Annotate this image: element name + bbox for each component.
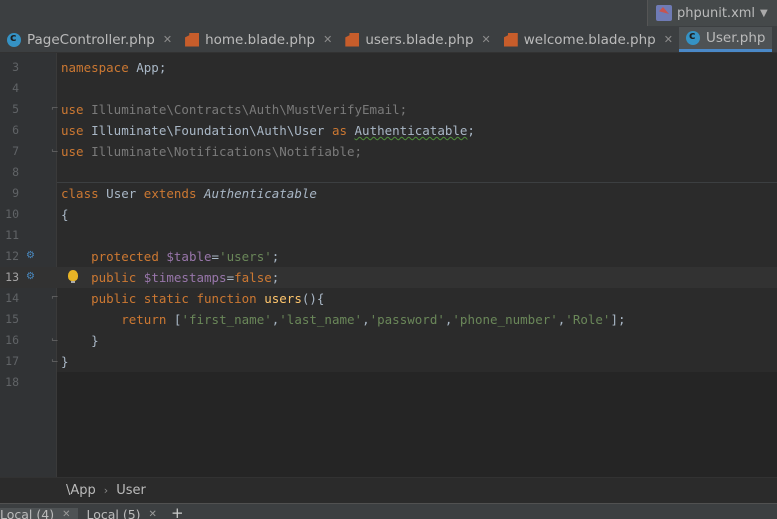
code-line-16: 16 ⌙ } <box>0 330 777 351</box>
close-icon[interactable]: ✕ <box>323 33 332 46</box>
code-line-3: 3 namespace App; <box>0 57 777 78</box>
run-configuration-selector[interactable]: phpunit.xml ▼ <box>647 0 777 26</box>
line-number: 6 <box>12 123 19 137</box>
code-line-12: 12 ⚙ protected $table='users'; <box>0 246 777 267</box>
code-line-10: 10 { <box>0 204 777 225</box>
fold-icon[interactable]: ⌐ <box>51 294 60 303</box>
code-line-17: 17 ⌙ } <box>0 351 777 372</box>
code-text: public static function users(){ <box>91 291 325 306</box>
code-text: use Illuminate\Contracts\Auth\MustVerify… <box>61 102 408 117</box>
line-number: 15 <box>5 312 19 326</box>
bottom-tool-tabs: Local (4) ✕ Local (5) ✕ + <box>0 503 777 519</box>
code-line-6: 6 use Illuminate\Foundation\Auth\User as… <box>0 120 777 141</box>
code-line-11: 11 <box>0 225 777 246</box>
code-text: use Illuminate\Foundation\Auth\User as A… <box>61 123 475 138</box>
terminal-tab-label: Local (4) <box>0 507 55 519</box>
line-number: 18 <box>5 375 19 389</box>
tab-page-controller[interactable]: PageController.php ✕ <box>0 27 178 52</box>
line-number: 10 <box>5 207 19 221</box>
code-text: { <box>61 207 69 222</box>
run-configuration-label: phpunit.xml <box>677 5 756 21</box>
code-text: class User extends Authenticatable <box>61 186 317 201</box>
code-text: } <box>61 354 69 369</box>
code-editor[interactable]: 3 namespace App; 4 5 use Illuminate\Cont… <box>0 53 777 477</box>
editor-tabs: PageController.php ✕ home.blade.php ✕ us… <box>0 27 777 53</box>
tab-welcome-blade[interactable]: welcome.blade.php ✕ <box>497 27 679 52</box>
code-line-18: 18 <box>0 372 777 393</box>
line-number: 12 <box>5 249 19 263</box>
blade-icon <box>345 32 360 47</box>
terminal-tab-local-5[interactable]: Local (5) ✕ <box>78 508 164 519</box>
line-number: 14 <box>5 291 19 305</box>
code-line-8: 8 <box>0 162 777 183</box>
line-number: 7 <box>12 144 19 158</box>
blade-icon <box>185 32 200 47</box>
override-icon[interactable]: ⚙ <box>26 250 38 262</box>
chevron-right-icon: › <box>103 484 109 497</box>
line-number: 8 <box>12 165 19 179</box>
tab-label: User.php <box>705 30 766 46</box>
tab-label: welcome.blade.php <box>523 31 656 48</box>
tab-users-blade[interactable]: users.blade.php ✕ <box>338 27 496 52</box>
code-text: public $timestamps=false; <box>91 270 280 285</box>
top-toolbar: phpunit.xml ▼ <box>0 0 777 27</box>
php-class-icon <box>685 29 700 45</box>
tab-home-blade[interactable]: home.blade.php ✕ <box>178 27 338 52</box>
line-number: 17 <box>5 354 19 368</box>
blade-icon <box>503 32 518 47</box>
terminal-tab-local-4[interactable]: Local (4) ✕ <box>0 507 79 519</box>
tab-label: home.blade.php <box>205 31 316 48</box>
tab-user-php[interactable]: User.php <box>678 27 772 52</box>
code-text: return ['first_name','last_name','passwo… <box>121 312 626 327</box>
code-text: } <box>91 333 99 348</box>
breadcrumb-item[interactable]: \App <box>66 483 96 498</box>
breadcrumb-item[interactable]: User <box>116 483 146 498</box>
close-icon[interactable]: ✕ <box>664 33 673 46</box>
code-line-5: 5 use Illuminate\Contracts\Auth\MustVeri… <box>0 99 777 120</box>
terminal-tab-label: Local (5) <box>86 507 141 519</box>
code-line-4: 4 <box>0 78 777 99</box>
code-line-15: 15 return ['first_name','last_name','pas… <box>0 309 777 330</box>
fold-icon[interactable]: ⌙ <box>51 336 60 345</box>
add-icon[interactable]: + <box>171 506 184 519</box>
override-icon[interactable]: ⚙ <box>26 271 38 283</box>
line-number: 3 <box>12 60 19 74</box>
tab-label: users.blade.php <box>365 31 474 48</box>
line-number: 11 <box>5 228 19 242</box>
line-number: 16 <box>5 333 19 347</box>
close-icon[interactable]: ✕ <box>163 33 172 46</box>
code-line-14: 14 ⌐ public static function users(){ <box>0 288 777 309</box>
fold-icon[interactable]: ⌙ <box>51 147 60 156</box>
chevron-down-icon[interactable]: ▼ <box>760 8 768 19</box>
fold-icon[interactable]: ⌙ <box>51 357 60 366</box>
line-number: 5 <box>12 102 19 116</box>
close-icon[interactable]: ✕ <box>149 508 157 519</box>
php-file-icon <box>656 5 672 21</box>
line-number: 13 <box>5 270 19 284</box>
fold-icon[interactable]: ⌐ <box>51 105 60 114</box>
code-line-13: 13 ⚙ public $timestamps=false; <box>0 267 777 288</box>
code-line-9: 9 class User extends Authenticatable <box>0 183 777 204</box>
code-line-7: 7 use Illuminate\Notifications\Notifiabl… <box>0 141 777 162</box>
php-class-icon <box>7 31 21 47</box>
close-icon[interactable]: ✕ <box>62 508 70 519</box>
tab-label: PageController.php <box>27 31 155 48</box>
code-text: protected $table='users'; <box>91 249 280 264</box>
close-icon[interactable]: ✕ <box>482 33 491 46</box>
line-number: 4 <box>12 81 19 95</box>
breadcrumb: \App › User <box>0 477 777 503</box>
line-number: 9 <box>12 186 19 200</box>
code-text: use Illuminate\Notifications\Notifiable; <box>61 144 363 159</box>
code-text: namespace App; <box>61 60 167 75</box>
